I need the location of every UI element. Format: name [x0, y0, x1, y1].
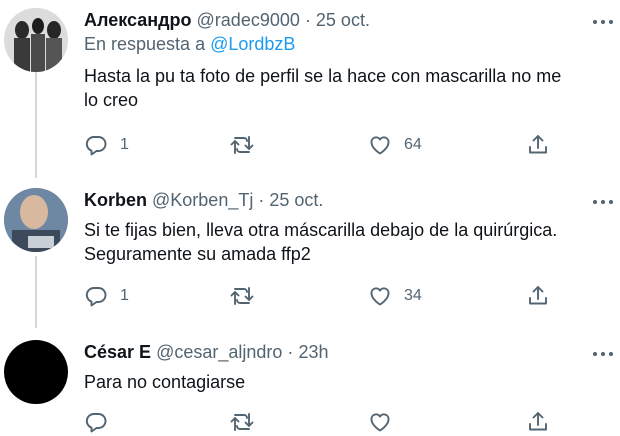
reply-icon — [85, 136, 107, 156]
tweet[interactable]: Александро @radec9000 · 25 oct. En respu… — [0, 8, 620, 168]
user-handle[interactable]: @Korben_Tj — [152, 190, 253, 210]
retweet-icon — [230, 413, 254, 431]
reply-button[interactable]: 1 — [84, 282, 129, 310]
share-button[interactable] — [526, 282, 550, 310]
reply-icon — [85, 287, 107, 307]
more-icon[interactable] — [586, 348, 620, 360]
like-button[interactable]: 34 — [368, 282, 422, 310]
reply-context: En respuesta a @LordbzB — [84, 34, 295, 55]
tweet-actions: 1 34 — [84, 282, 564, 310]
like-button[interactable] — [368, 408, 404, 436]
heart-icon — [370, 287, 390, 306]
display-name[interactable]: Korben — [84, 190, 147, 210]
share-button[interactable] — [526, 408, 550, 436]
avatar[interactable] — [4, 188, 68, 252]
user-handle[interactable]: @cesar_aljndro — [156, 342, 282, 362]
reply-count: 1 — [120, 287, 129, 304]
tweet-text: Para no contagiarse — [84, 372, 246, 392]
reply-mention-link[interactable]: @LordbzB — [210, 34, 295, 54]
heart-icon — [370, 413, 390, 432]
share-icon — [529, 412, 547, 431]
avatar[interactable] — [4, 8, 68, 72]
separator-dot: · — [304, 10, 311, 30]
tweet-header: Александро @radec9000 · 25 oct. — [84, 8, 370, 32]
tweet-time[interactable]: 23h — [298, 342, 328, 362]
like-count: 64 — [404, 136, 422, 153]
tweet[interactable]: César E @cesar_aljndro · 23h Para no con… — [0, 340, 620, 434]
display-name[interactable]: Александро — [84, 10, 192, 30]
display-name[interactable]: César E — [84, 342, 151, 362]
tweet-text: Si te fijas bien, lleva otra máscarilla … — [84, 220, 558, 264]
like-button[interactable]: 64 — [368, 131, 422, 159]
user-handle[interactable]: @radec9000 — [197, 10, 300, 30]
tweet-header: César E @cesar_aljndro · 23h — [84, 340, 328, 364]
heart-icon — [370, 136, 390, 155]
retweet-button[interactable] — [230, 408, 266, 436]
avatar[interactable] — [4, 340, 68, 404]
retweet-icon — [230, 136, 254, 154]
share-icon — [529, 286, 547, 305]
more-icon[interactable] — [586, 196, 620, 208]
share-icon — [529, 135, 547, 154]
retweet-icon — [230, 287, 254, 305]
more-icon[interactable] — [586, 16, 620, 28]
tweet-header: Korben @Korben_Tj · 25 oct. — [84, 188, 323, 212]
tweet[interactable]: Korben @Korben_Tj · 25 oct. Si te fijas … — [0, 188, 620, 316]
tweet-time[interactable]: 25 oct. — [316, 10, 370, 30]
reply-count: 1 — [120, 136, 129, 153]
share-button[interactable] — [526, 131, 550, 159]
separator-dot: · — [258, 190, 265, 210]
reply-prefix: En respuesta a — [84, 34, 206, 54]
reply-icon — [85, 413, 107, 433]
tweet-actions: 1 64 — [84, 131, 564, 159]
separator-dot: · — [287, 342, 294, 362]
tweet-time[interactable]: 25 oct. — [269, 190, 323, 210]
like-count: 34 — [404, 287, 422, 304]
reply-button[interactable]: 1 — [84, 131, 129, 159]
tweet-actions — [84, 408, 564, 436]
retweet-button[interactable] — [230, 131, 266, 159]
tweet-text: Hasta la pu ta foto de perfil se la hace… — [84, 66, 562, 110]
reply-button[interactable] — [84, 408, 120, 436]
retweet-button[interactable] — [230, 282, 266, 310]
